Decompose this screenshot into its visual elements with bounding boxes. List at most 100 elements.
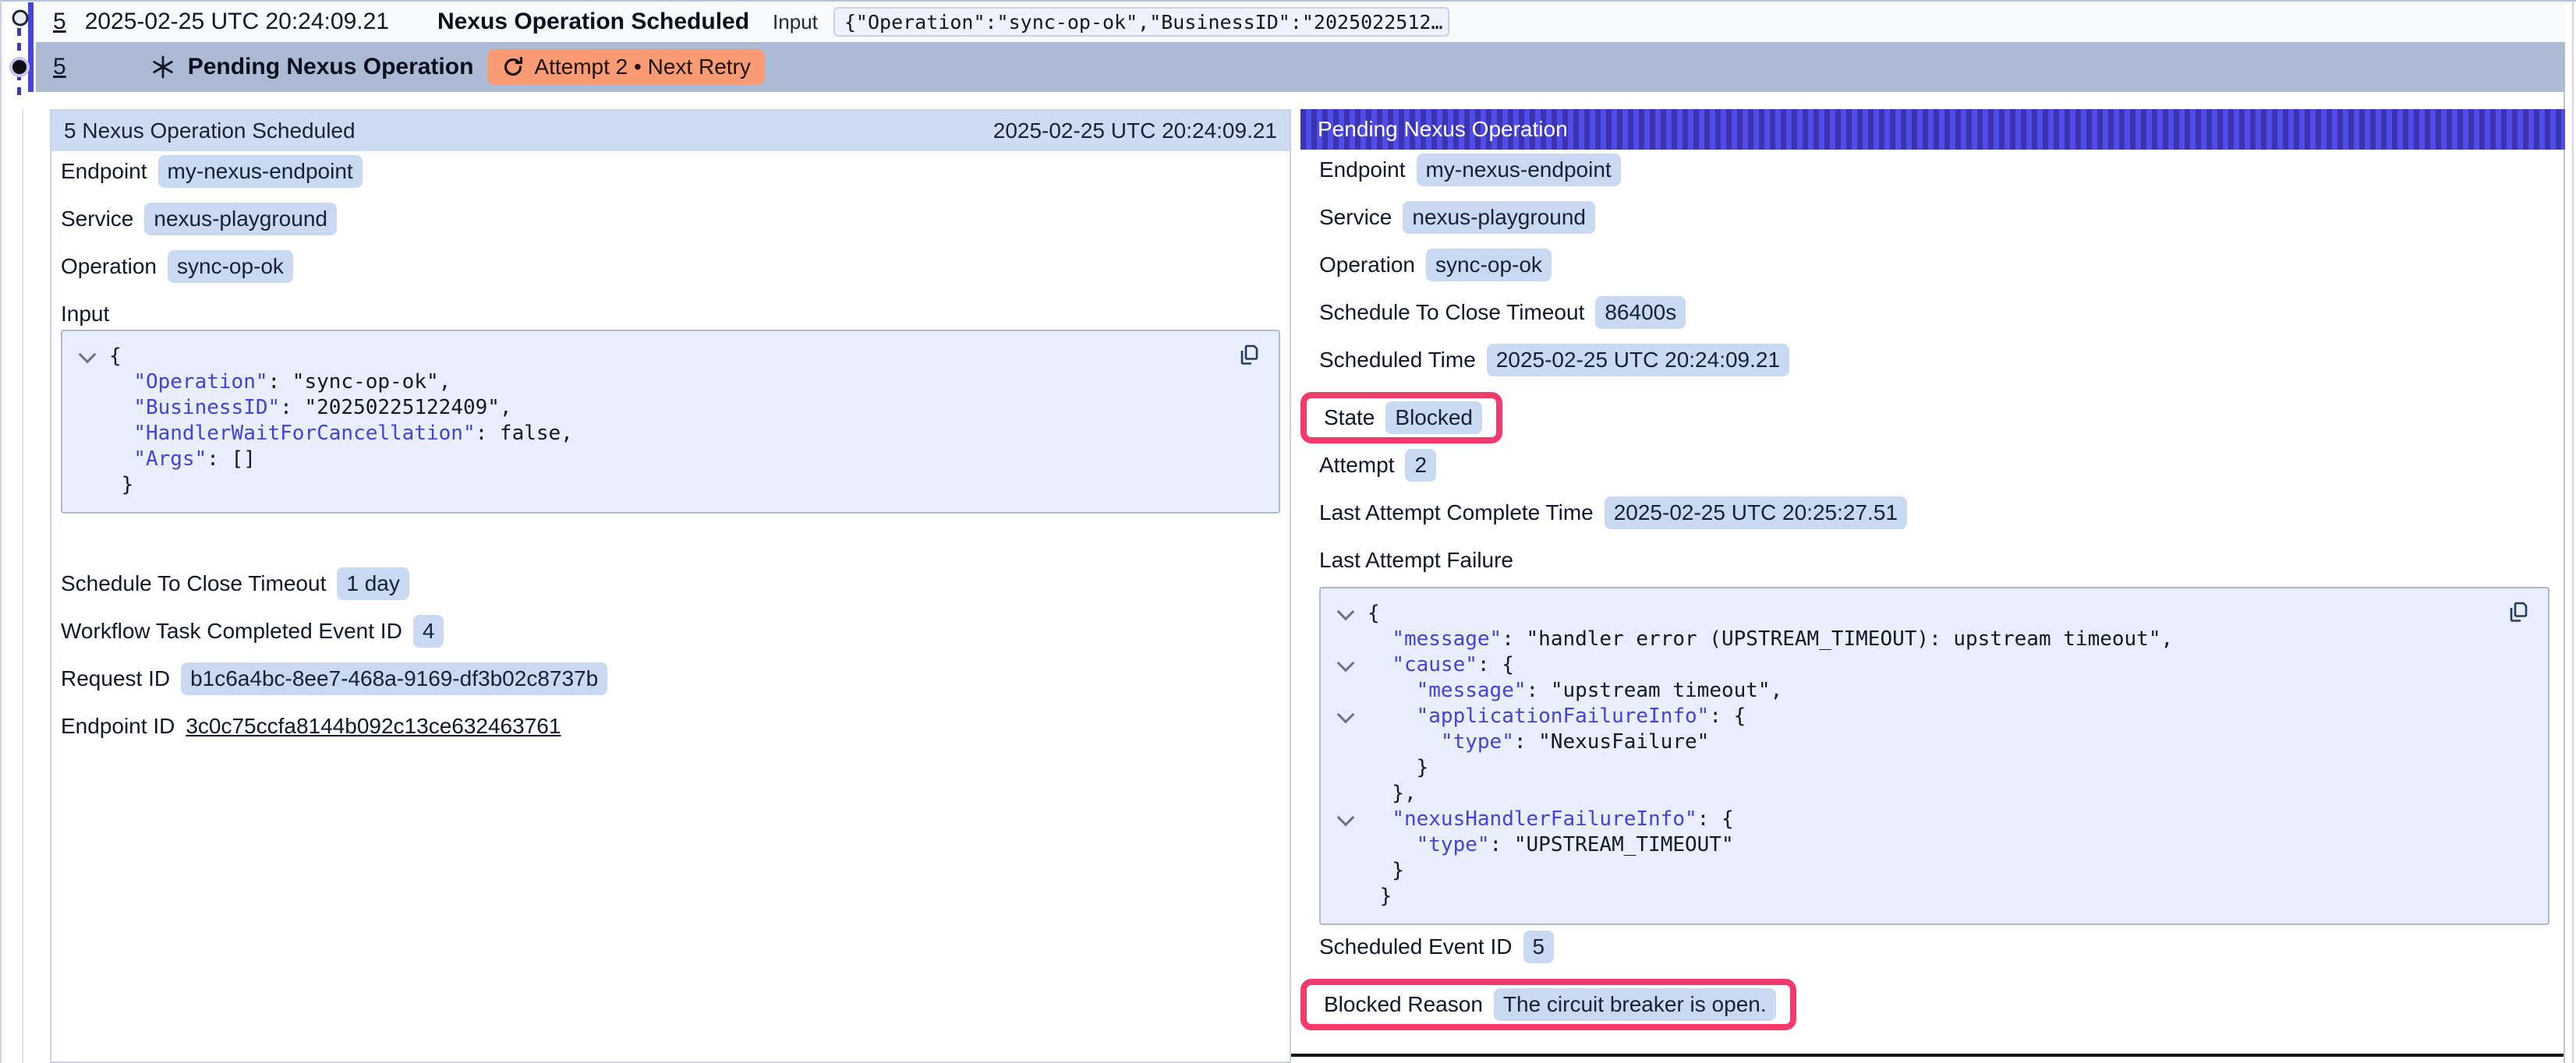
code-gutter <box>1336 884 1368 909</box>
event-detail-body: Endpoint my-nexus-endpoint Servicenexus-pl… <box>51 151 1290 742</box>
input-label: Input <box>773 10 818 34</box>
code-gutter <box>1336 755 1368 781</box>
field-value-badge: sync-op-ok <box>168 250 293 283</box>
collapse-caret-icon[interactable] <box>1336 652 1368 678</box>
field-row-state: State Blocked <box>1319 392 2549 443</box>
code-text: "Operation": "sync-op-ok", <box>109 369 451 395</box>
field-row-scheduled-event-id: Scheduled Event ID5 <box>1319 931 2549 962</box>
field-row-endpoint: Endpoint my-nexus-endpoint <box>61 156 1280 187</box>
field-row-schedule-to-close-timeout: Schedule To Close Timeout86400s <box>1319 297 2549 328</box>
field-value-badge: 4 <box>413 615 444 648</box>
field-value-badge: Blocked <box>1385 401 1482 434</box>
code-line: "Args": [] <box>78 447 1263 472</box>
event-title: Nexus Operation Scheduled <box>437 9 749 35</box>
code-text: { <box>109 344 122 369</box>
field-label: Operation <box>1319 253 1415 277</box>
code-gutter <box>1336 729 1368 755</box>
code-line: "HandlerWaitForCancellation": false, <box>78 421 1263 447</box>
field-value-badge: b1c6a4bc-8ee7-468a-9169-df3b02c8737b <box>181 662 607 695</box>
highlight-annotation: Blocked ReasonThe circuit breaker is ope… <box>1300 979 1796 1030</box>
field-label: Endpoint ID <box>61 714 175 739</box>
code-text: "message": "upstream timeout", <box>1368 678 1782 704</box>
attempt-badge-label: Attempt 2 • Next Retry <box>534 55 750 79</box>
field-value-badge: my-nexus-endpoint <box>158 155 363 188</box>
input-preview-badge: {"Operation":"sync-op-ok","BusinessID":"… <box>833 7 1449 37</box>
field-row-attempt: Attempt2 <box>1319 450 2549 481</box>
event-detail-title: 5 Nexus Operation Scheduled <box>64 118 356 143</box>
code-text: }, <box>1368 781 1417 807</box>
code-line: "message": "upstream timeout", <box>1336 678 2532 704</box>
code-line: }, <box>1336 781 2532 807</box>
field-row-last-attempt-complete-time: Last Attempt Complete Time2025-02-25 UTC… <box>1319 497 2549 528</box>
collapse-caret-icon[interactable] <box>1336 704 1368 729</box>
field-label: Endpoint <box>1319 157 1406 182</box>
code-text: } <box>109 472 133 498</box>
field-value-badge: The circuit breaker is open. <box>1494 988 1776 1021</box>
code-text: "type": "UPSTREAM_TIMEOUT" <box>1368 832 1734 858</box>
field-value-badge: sync-op-ok <box>1426 249 1552 281</box>
code-gutter <box>1336 781 1368 807</box>
field-label: Attempt <box>1319 453 1394 478</box>
field-label: Operation <box>61 254 157 279</box>
code-line: "cause": { <box>1336 652 2532 678</box>
field-label: Service <box>61 207 133 231</box>
code-line: { <box>1336 601 2532 627</box>
collapse-caret-icon[interactable] <box>1336 807 1368 832</box>
code-line: } <box>1336 884 2532 909</box>
collapse-caret-icon[interactable] <box>78 344 109 369</box>
code-text: } <box>1368 755 1428 781</box>
code-line: "BusinessID": "20250225122409", <box>78 395 1263 421</box>
code-line: "nexusHandlerFailureInfo": { <box>1336 807 2532 832</box>
field-row-request-id: Request ID b1c6a4bc-8ee7-468a-9169-df3b02… <box>61 663 1280 694</box>
field-value-badge: nexus-playground <box>1403 201 1595 234</box>
collapse-caret-icon[interactable] <box>1336 601 1368 627</box>
field-value-link[interactable]: 3c0c75ccfa8144b092c13ce632463761 <box>186 714 561 739</box>
code-line: "message": "handler error (UPSTREAM_TIME… <box>1336 627 2532 652</box>
failure-json-block: { "message": "handler error (UPSTREAM_TI… <box>1319 587 2549 925</box>
pending-operation-header: Pending Nexus Operation <box>1300 109 2565 150</box>
right-border-outer <box>2572 0 2574 1063</box>
field-row-operation: Operation sync-op-ok <box>1319 249 2549 281</box>
code-line: "applicationFailureInfo": { <box>1336 704 2532 729</box>
code-gutter <box>78 447 109 472</box>
field-row-service: Servicenexus-playground <box>61 203 1280 235</box>
code-text: "Args": [] <box>109 447 256 472</box>
code-line: } <box>78 472 1263 498</box>
event-row-pending-selected[interactable]: 5 Pending Nexus Operation Attempt 2 • Ne… <box>36 42 2565 92</box>
current-event-node-icon[interactable] <box>8 55 31 79</box>
field-row-scheduled-time: Scheduled Time2025-02-25 UTC 20:24:09.21 <box>1319 344 2549 376</box>
code-text: "type": "NexusFailure" <box>1368 729 1709 755</box>
event-id-link[interactable]: 5 <box>53 9 66 35</box>
field-row-schedule-to-close-timeout: Schedule To Close Timeout1 day <box>61 568 1280 599</box>
code-gutter <box>78 421 109 447</box>
copy-icon[interactable] <box>2503 599 2529 626</box>
timeline-guide-line <box>22 109 23 1063</box>
field-label: Request ID <box>61 666 170 691</box>
code-text: } <box>1368 884 1392 909</box>
field-row-endpoint-id: Endpoint ID 3c0c75ccfa8144b092c13ce632463… <box>61 711 1280 742</box>
code-text: } <box>1368 858 1404 884</box>
pending-operation-title: Pending Nexus Operation <box>1318 117 1568 142</box>
code-text: "applicationFailureInfo": { <box>1368 704 1746 729</box>
event-node-icon[interactable] <box>11 9 30 27</box>
field-label: Endpoint <box>61 159 147 184</box>
attempt-retry-badge: Attempt 2 • Next Retry <box>487 49 764 85</box>
input-json-block: { "Operation": "sync-op-ok", "BusinessID… <box>61 330 1280 514</box>
field-row-service: Servicenexus-playground <box>1319 202 2549 233</box>
field-value-badge: 2025-02-25 UTC 20:25:27.51 <box>1605 496 1907 529</box>
copy-icon[interactable] <box>1233 342 1260 369</box>
event-id-link[interactable]: 5 <box>53 54 66 80</box>
retry-icon <box>501 55 525 79</box>
field-value-badge: 2025-02-25 UTC 20:24:09.21 <box>1487 344 1789 376</box>
field-label: State <box>1324 405 1375 430</box>
event-detail-panel: 5 Nexus Operation Scheduled 2025-02-25 U… <box>50 109 1291 1063</box>
code-text: "cause": { <box>1368 652 1514 678</box>
code-text: "BusinessID": "20250225122409", <box>109 395 512 421</box>
left-border <box>0 0 2 1063</box>
code-text: "nexusHandlerFailureInfo": { <box>1368 807 1734 832</box>
event-timestamp: 2025-02-25 UTC 20:24:09.21 <box>85 9 389 35</box>
event-detail-header: 5 Nexus Operation Scheduled 2025-02-25 U… <box>51 111 1290 151</box>
event-row-scheduled[interactable]: 5 2025-02-25 UTC 20:24:09.21 Nexus Opera… <box>36 2 2565 42</box>
input-section-label: Input <box>61 298 1280 330</box>
field-label: Schedule To Close Timeout <box>1319 300 1584 325</box>
